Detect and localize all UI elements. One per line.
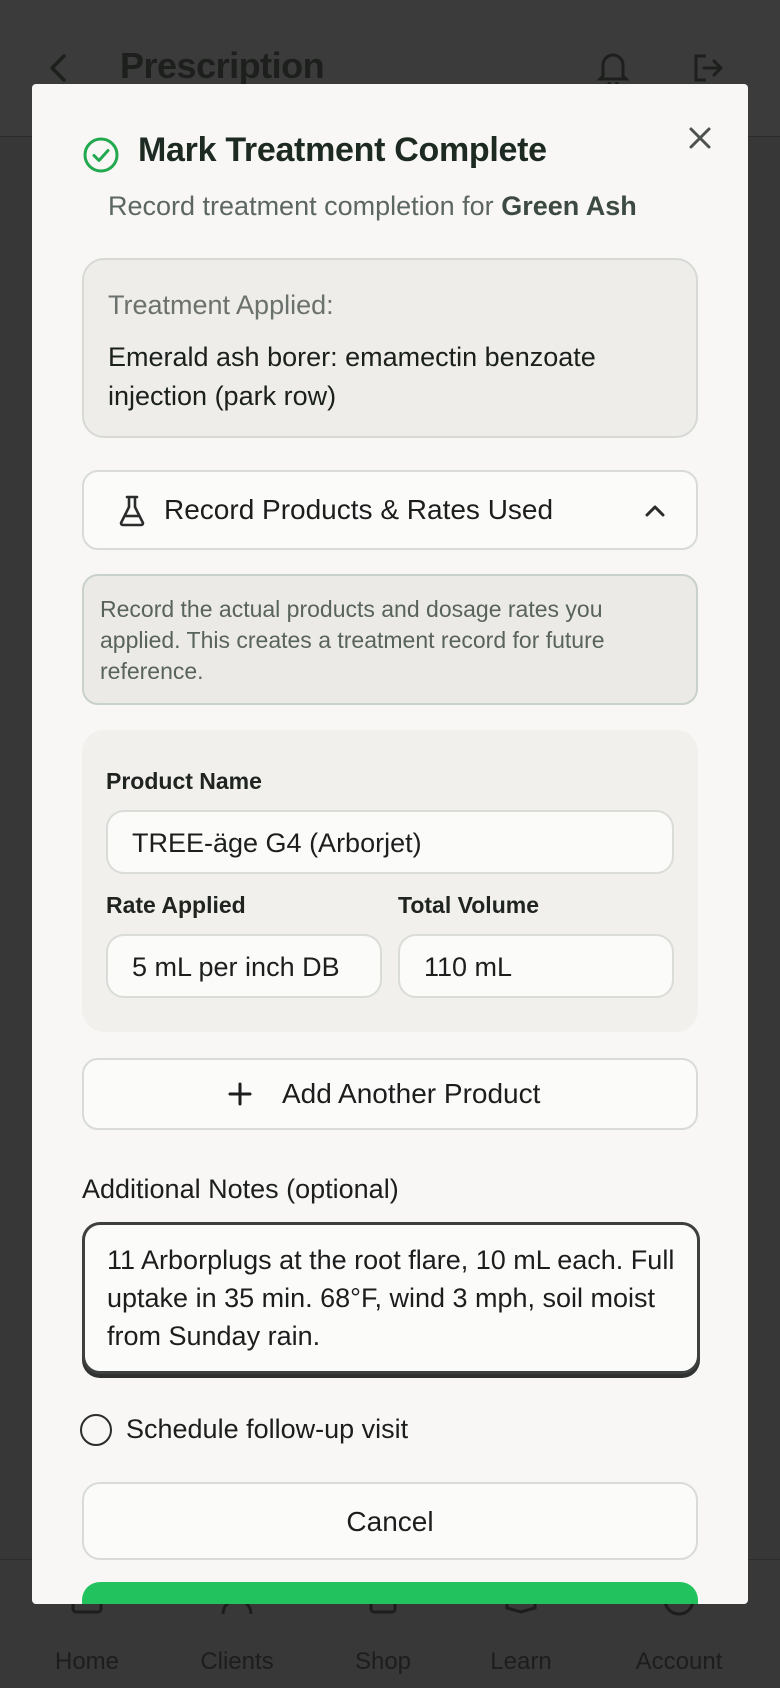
product-entry-card: Product Name TREE-äge G4 (Arborjet) Rate… (82, 730, 698, 1032)
followup-label: Schedule follow-up visit (126, 1414, 409, 1444)
flask-icon (116, 494, 148, 528)
subtitle-text: Record treatment completion for (108, 191, 502, 221)
tab-label-shop: Shop (354, 1648, 412, 1675)
product-name-input[interactable]: TREE-äge G4 (Arborjet) (106, 810, 674, 874)
treatment-applied-card: Treatment Applied: Emerald ash borer: em… (82, 258, 698, 438)
total-volume-input[interactable]: 110 mL (398, 934, 674, 998)
cancel-label: Cancel (346, 1506, 434, 1537)
dialog-title: Mark Treatment Complete (138, 131, 547, 169)
products-info-box: Record the actual products and dosage ra… (82, 574, 698, 705)
schedule-followup-option[interactable]: Schedule follow-up visit (80, 1412, 480, 1448)
tab-label-clients: Clients (200, 1648, 274, 1675)
rate-applied-input[interactable]: 5 mL per inch DB (106, 934, 382, 998)
products-info-text: Record the actual products and dosage ra… (100, 596, 605, 684)
confirm-complete-button[interactable] (82, 1582, 698, 1604)
product-name-label: Product Name (106, 768, 262, 794)
notes-label: Additional Notes (optional) (82, 1174, 399, 1204)
mark-complete-dialog: Mark Treatment Complete Record treatment… (32, 84, 748, 1604)
chevron-up-icon (640, 496, 670, 526)
tab-label-home: Home (54, 1648, 120, 1675)
plus-icon (226, 1080, 254, 1108)
record-products-label: Record Products & Rates Used (164, 494, 554, 525)
tree-name: Green Ash (501, 191, 637, 221)
back-chevron-icon[interactable] (44, 48, 74, 88)
total-volume-label: Total Volume (398, 892, 539, 918)
tab-label-account: Account (635, 1648, 723, 1675)
treatment-applied-text: Emerald ash borer: emamectin benzoate in… (108, 342, 596, 411)
check-circle-icon (82, 136, 120, 174)
followup-radio[interactable] (80, 1414, 112, 1446)
notes-text: 11 Arborplugs at the root flare, 10 mL e… (107, 1245, 675, 1351)
close-icon[interactable] (682, 120, 718, 156)
record-products-toggle[interactable]: Record Products & Rates Used (82, 470, 698, 550)
notes-textarea[interactable]: 11 Arborplugs at the root flare, 10 mL e… (82, 1222, 700, 1374)
add-another-product-button[interactable]: Add Another Product (82, 1058, 698, 1130)
dialog-subtitle: Record treatment completion for Green As… (108, 191, 637, 222)
rate-applied-label: Rate Applied (106, 892, 246, 918)
add-another-product-label: Add Another Product (282, 1078, 541, 1109)
cancel-button[interactable]: Cancel (82, 1482, 698, 1560)
treatment-applied-label: Treatment Applied: (108, 290, 334, 320)
tab-label-learn: Learn (490, 1648, 552, 1675)
page-title: Prescription (120, 45, 325, 86)
